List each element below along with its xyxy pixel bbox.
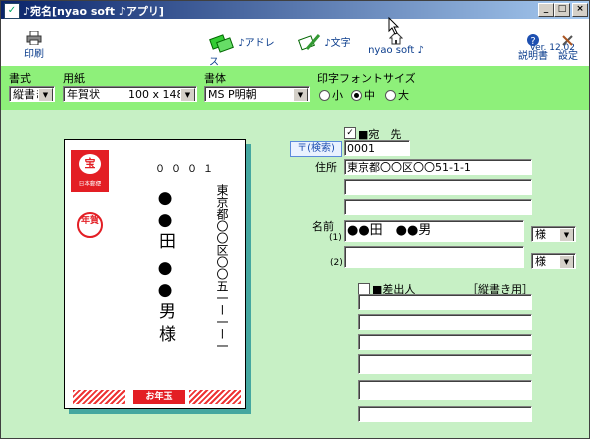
minimize-button[interactable]: _ <box>538 3 554 17</box>
card-given-name: ●●男 <box>155 258 175 321</box>
printer-icon <box>26 31 42 45</box>
card-address: 東京都〇〇区〇〇五一ー一ー一 <box>215 184 229 352</box>
title-bar[interactable]: ✓ ♪宛名[nyao soft ♪アプリ] _ □ × <box>1 1 589 19</box>
postal-search-button[interactable]: 〒(検索) <box>290 141 342 157</box>
settings-label: 設定 <box>558 51 578 62</box>
address-button[interactable]: ♪アドレス <box>209 33 281 68</box>
tools-icon <box>562 35 573 46</box>
stamp: 宝 日本郵便 <box>71 150 109 192</box>
postal-code-input[interactable]: 0001 <box>344 140 410 156</box>
nenga-mark: 年賀 <box>77 212 103 238</box>
stamp-emblem-icon: 宝 <box>79 154 101 174</box>
size-large-label: 大 <box>398 89 409 102</box>
font-size-label: 印字フォントサイズ <box>317 72 416 85</box>
postcard-preview: 宝 日本郵便 年賀 ０００１ 東京都〇〇区〇〇五一ー一ー一 ●●田 ●●男 様 … <box>64 139 246 409</box>
window-title: ♪宛名[nyao soft ♪アプリ] <box>23 5 164 18</box>
paper-label: 用紙 <box>63 72 85 85</box>
toolbar: 印刷 ♪アドレス ♪文字 nyao soft ♪ Ver. 12.02 ? 説明… <box>1 19 589 68</box>
name2-marker: (2) <box>330 258 343 268</box>
mouse-cursor-icon <box>388 17 400 35</box>
text-button[interactable]: ♪文字 <box>297 33 357 53</box>
options-bar: 書式 縦書き ▼ 用紙 年賀状 100 x 148 ▼ 書体 MS P明朝 ▼ 印字フ… <box>1 66 589 110</box>
format-label: 書式 <box>9 72 31 85</box>
size-large-radio[interactable] <box>385 90 396 101</box>
address-line3-input[interactable] <box>344 199 532 215</box>
chevron-down-icon: ▼ <box>38 88 53 101</box>
size-small-radio[interactable] <box>319 90 330 101</box>
svg-text:?: ? <box>530 36 535 47</box>
chevron-down-icon: ▼ <box>293 88 308 101</box>
sender-field-1[interactable] <box>358 294 532 310</box>
paper-select[interactable]: 年賀状 100 x 148 ▼ <box>63 86 197 102</box>
address-line1-input[interactable]: 東京都〇〇区〇〇51-1-1 <box>344 159 532 175</box>
font-label: 書体 <box>204 72 226 85</box>
sender-field-4[interactable] <box>358 354 532 374</box>
help-icon: ? <box>527 34 539 47</box>
app-icon: ✓ <box>4 3 20 19</box>
sender-field-6[interactable] <box>358 406 532 422</box>
lottery-stripes-left <box>73 390 125 404</box>
name1-honorific-value: 様 <box>535 228 546 241</box>
close-button[interactable]: × <box>572 3 588 17</box>
sender-field-2[interactable] <box>358 314 532 330</box>
name2-honorific-value: 様 <box>535 255 546 268</box>
size-medium-label: 中 <box>364 89 375 102</box>
help-label: 説明書 <box>518 51 548 62</box>
home-label: nyao soft ♪ <box>368 45 424 56</box>
name1-input[interactable]: ●●田 ●●男 <box>344 220 524 242</box>
name1-honorific-select[interactable]: 様 ▼ <box>531 226 576 242</box>
app-window: ✓ ♪宛名[nyao soft ♪アプリ] _ □ × 印刷 ♪アドレス ♪文字… <box>0 0 590 439</box>
print-label: 印刷 <box>24 49 44 60</box>
chevron-down-icon: ▼ <box>559 255 574 268</box>
address-line2-input[interactable] <box>344 179 532 195</box>
name-label: 名前 <box>312 220 334 233</box>
chevron-down-icon: ▼ <box>180 88 195 101</box>
name2-honorific-select[interactable]: 様 ▼ <box>531 253 576 269</box>
name1-marker: (1) <box>329 233 342 243</box>
stamp-text: 日本郵便 <box>78 180 102 188</box>
sender-field-3[interactable] <box>358 334 532 350</box>
paper-value: 年賀状 100 x 148 <box>67 88 184 101</box>
card-postal-code: ０００１ <box>155 164 219 175</box>
font-select[interactable]: MS P明朝 ▼ <box>204 86 310 102</box>
chevron-down-icon: ▼ <box>559 228 574 241</box>
card-family-name: ●●田 <box>155 188 175 251</box>
settings-button[interactable]: 設定 <box>554 33 582 62</box>
lottery-stripes-right <box>189 390 241 404</box>
font-value: MS P明朝 <box>208 88 257 101</box>
recipient-checkbox[interactable]: ✓ <box>344 127 356 139</box>
sender-field-5[interactable] <box>358 380 532 400</box>
size-small-label: 小 <box>332 89 343 102</box>
card-honorific: 様 <box>155 325 175 342</box>
address-label: 住所 <box>315 161 337 174</box>
text-icon <box>298 34 321 51</box>
text-label: ♪文字 <box>324 38 351 49</box>
otoshidama-label: お年玉 <box>133 390 185 404</box>
address-icon <box>209 34 234 53</box>
maximize-button[interactable]: □ <box>554 3 570 17</box>
size-medium-radio[interactable] <box>351 90 362 101</box>
name2-input[interactable] <box>344 246 524 268</box>
format-select[interactable]: 縦書き ▼ <box>9 86 55 102</box>
help-button[interactable]: ? 説明書 <box>516 33 550 62</box>
print-button[interactable]: 印刷 <box>19 31 49 60</box>
